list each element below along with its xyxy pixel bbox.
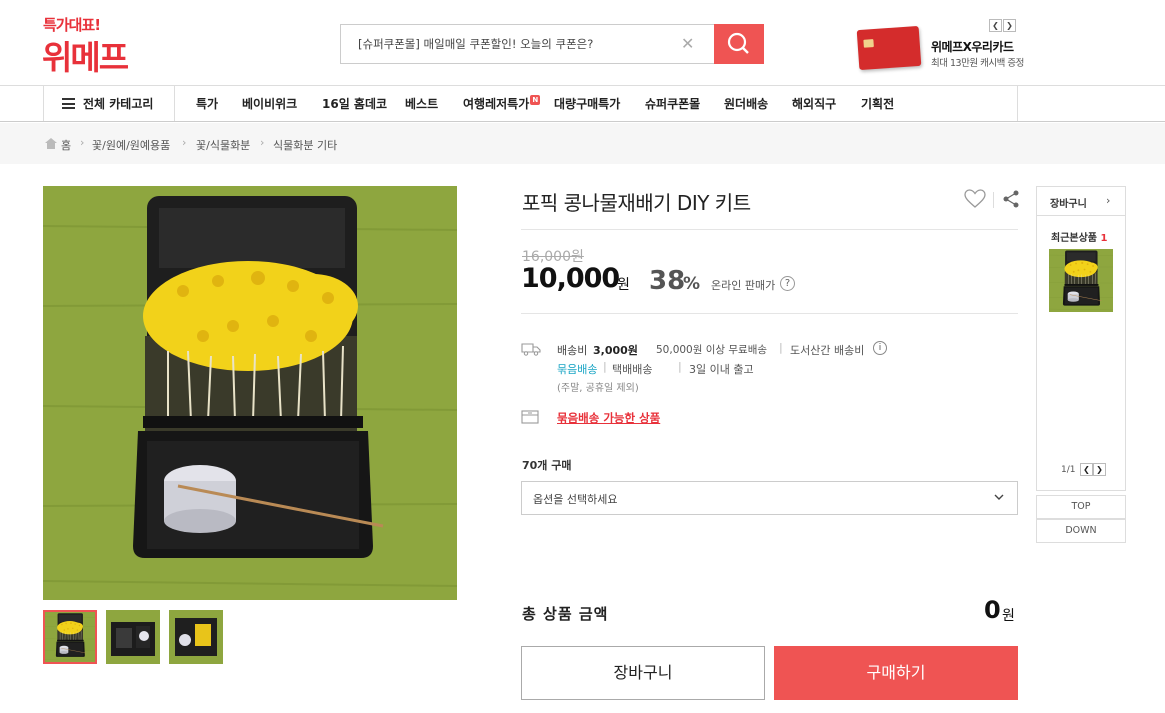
thumbnail-image — [106, 610, 160, 664]
purchase-count: 70개 구매 — [522, 459, 572, 472]
total-price-value: 0 — [984, 596, 1001, 624]
breadcrumb-item[interactable]: 꽃/식물화분 — [196, 137, 250, 153]
currency-unit: 원 — [617, 277, 630, 293]
breadcrumb-home[interactable]: 홈 — [61, 137, 71, 153]
chevron-down-icon — [994, 494, 1004, 500]
info-icon[interactable]: i — [873, 341, 887, 355]
buy-now-button[interactable]: 구매하기 — [774, 646, 1018, 700]
breadcrumb-separator: › — [80, 136, 85, 149]
divider — [993, 192, 994, 208]
search-icon — [727, 32, 749, 54]
dispatch-exclusion: (주말, 공휴일 제외) — [557, 383, 639, 394]
scroll-top-button[interactable]: TOP — [1036, 495, 1126, 519]
truck-icon — [521, 343, 541, 356]
box-icon — [521, 410, 539, 424]
nav-item-coupon-mall[interactable]: 슈퍼쿠폰몰 — [645, 95, 700, 112]
nav-item-home-deco[interactable]: 16일 홈데코 — [322, 95, 387, 112]
nav-item-promotions[interactable]: 기획전 — [861, 95, 894, 112]
banner-next-button[interactable]: ❯ — [1003, 19, 1016, 32]
divider — [1017, 86, 1018, 121]
card-promo-subtitle[interactable]: 최대 13만원 캐시백 증정 — [931, 55, 1024, 69]
logo[interactable]: 위메프 — [42, 31, 129, 79]
scroll-down-button[interactable]: DOWN — [1036, 519, 1126, 543]
thumbnail-image — [1049, 249, 1113, 312]
sale-price: 10,000 — [521, 263, 620, 294]
dispatch-days: 3일 이내 출고 — [689, 363, 754, 376]
nav-item-deals[interactable]: 특가 — [196, 95, 218, 112]
option-select-placeholder: 옵션을 선택하세요 — [533, 493, 618, 506]
discount-rate: 38 — [649, 266, 686, 296]
shipping-fee: 3,000원 — [593, 344, 638, 357]
thumbnail-3[interactable] — [169, 610, 223, 664]
site-header: 특가대표! 위메프 ✕ 위메프X우리카드 최대 13만원 캐시백 증정 ❮ ❯ — [0, 0, 1165, 86]
heart-icon[interactable] — [964, 189, 986, 209]
breadcrumb: 홈 › 꽃/원예/원예용품 › 꽃/식물화분 › 식물화분 기타 — [0, 123, 1165, 164]
nav-item-wonder-delivery[interactable]: 원더배송 — [724, 95, 768, 112]
courier-label: 택배배송 — [612, 363, 653, 376]
all-categories-label: 전체 카테고리 — [83, 97, 154, 111]
bundle-products-link[interactable]: 묶음배송 가능한 상품 — [557, 410, 660, 426]
add-to-cart-button[interactable]: 장바구니 — [521, 646, 765, 700]
nav-item-travel-label: 여행레저특가 — [463, 97, 530, 111]
currency-unit: 원 — [1002, 608, 1015, 624]
banner-prev-button[interactable]: ❮ — [989, 19, 1002, 32]
home-icon — [45, 138, 57, 149]
breadcrumb-item[interactable]: 식물화분 기타 — [273, 137, 337, 153]
thumbnail-image — [45, 612, 95, 662]
chevron-right-icon: › — [1106, 194, 1111, 207]
nav-item-bulk-deals[interactable]: 대량구매특가 — [554, 95, 620, 112]
sidebar-cart-label: 장바구니 — [1050, 199, 1087, 210]
product-main-image[interactable] — [43, 186, 457, 600]
menu-icon — [62, 98, 75, 109]
bundle-shipping-tag: 묶음배송 — [557, 363, 598, 376]
search-button[interactable] — [714, 24, 764, 64]
recent-items-title: 최근본상품 — [1051, 233, 1097, 244]
total-price-label: 총 상품 금액 — [522, 605, 609, 623]
separator: | — [779, 341, 783, 354]
breadcrumb-separator: › — [182, 136, 187, 149]
percent-sign: % — [683, 274, 701, 294]
share-icon[interactable] — [1002, 190, 1020, 208]
free-shipping-note: 50,000원 이상 무료배송 — [656, 344, 768, 356]
separator: | — [678, 360, 682, 373]
online-price-label: 온라인 판매가 — [711, 279, 776, 292]
product-title: 포픽 콩나물재배기 DIY 키트 — [522, 191, 751, 215]
divider — [43, 86, 44, 121]
nav-item-baby-week[interactable]: 베이비위크 — [242, 95, 297, 112]
help-icon[interactable]: ? — [780, 276, 795, 291]
breadcrumb-item[interactable]: 꽃/원예/원예용품 — [92, 137, 170, 153]
divider — [174, 86, 175, 121]
credit-card-image[interactable] — [856, 25, 922, 71]
recent-next-button[interactable]: ❯ — [1093, 463, 1106, 476]
nav-item-overseas[interactable]: 해외직구 — [792, 95, 836, 112]
breadcrumb-separator: › — [260, 136, 265, 149]
separator: | — [603, 360, 607, 373]
recent-prev-button[interactable]: ❮ — [1080, 463, 1093, 476]
thumbnail-2[interactable] — [106, 610, 160, 664]
divider — [521, 313, 1018, 314]
product-photo — [43, 186, 457, 600]
option-select[interactable]: 옵션을 선택하세요 — [521, 481, 1018, 515]
recent-items-label: 최근본상품 1 — [1051, 229, 1107, 244]
thumbnail-1[interactable] — [43, 610, 97, 664]
search-bar: ✕ — [340, 24, 764, 64]
remote-shipping-label: 도서산간 배송비 — [790, 344, 865, 357]
new-badge: N — [530, 95, 541, 105]
recent-item-thumbnail[interactable] — [1049, 249, 1113, 312]
nav-item-best[interactable]: 베스트 — [405, 95, 438, 112]
recent-items-count: 1 — [1100, 233, 1108, 244]
recent-pager: 1/1 — [1061, 465, 1076, 475]
thumbnail-image — [169, 610, 223, 664]
shipping-label: 배송비 — [557, 344, 588, 357]
all-categories-button[interactable]: 전체 카테고리 — [62, 95, 153, 112]
main-nav: 전체 카테고리 특가 베이비위크 16일 홈데코 베스트 여행레저특가 N 대량구… — [0, 86, 1165, 122]
search-input[interactable] — [341, 25, 681, 63]
nav-item-travel-leisure[interactable]: 여행레저특가 N — [463, 95, 541, 112]
divider — [521, 229, 1018, 230]
card-promo-title[interactable]: 위메프X우리카드 — [931, 38, 1014, 55]
sidebar-cart-link[interactable]: 장바구니 › — [1036, 186, 1126, 216]
clear-search-icon[interactable]: ✕ — [681, 34, 694, 53]
